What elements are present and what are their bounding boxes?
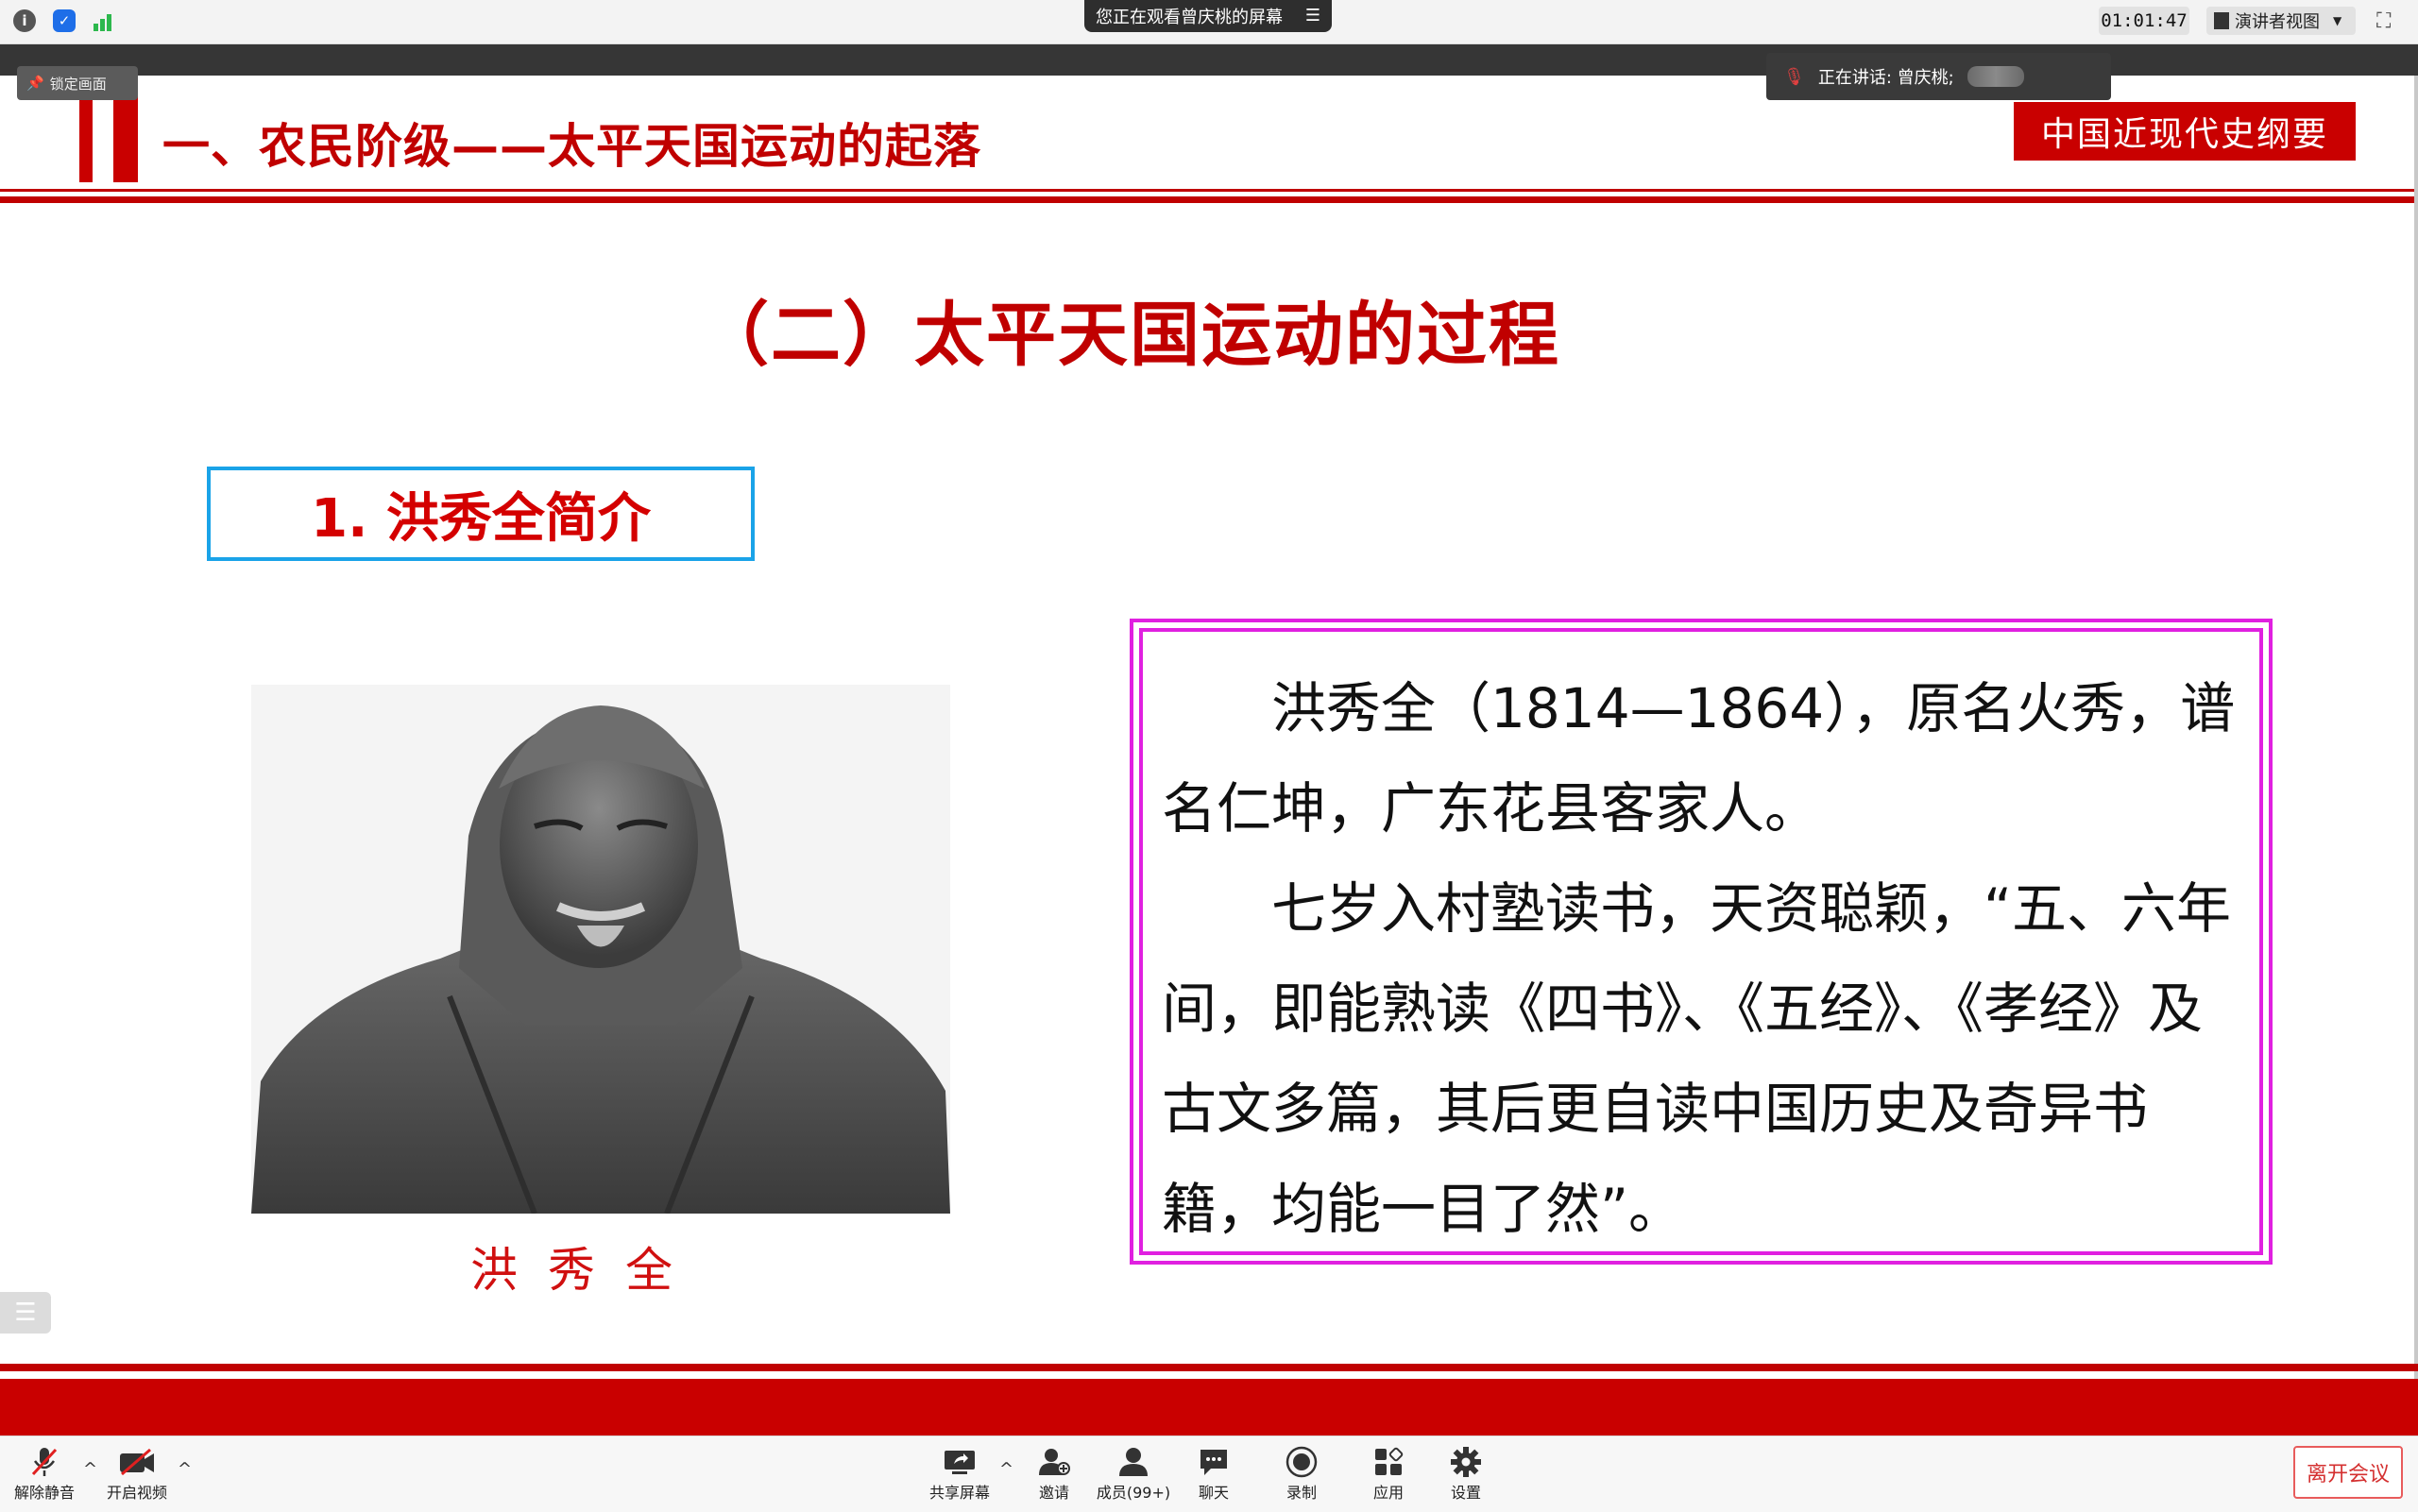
invite-button[interactable]: 邀请 (1012, 1444, 1097, 1503)
header-divider (0, 196, 2418, 203)
shield-icon[interactable]: ✓ (53, 9, 76, 32)
share-screen-icon (941, 1444, 979, 1480)
intro-heading: 1. 洪秀全简介 (311, 487, 651, 550)
list-icon[interactable]: ☰ (0, 1292, 51, 1334)
course-tag: 中国近现代史纲要 (2014, 102, 2356, 161)
slide-edge (2414, 76, 2418, 1436)
unmute-button[interactable]: 解除静音 (2, 1444, 87, 1503)
speaking-indicator: 🎙 正在讲话: 曾庆桃; (1766, 53, 2111, 100)
record-label: 录制 (1286, 1484, 1317, 1502)
top-bar: i ✓ 您正在观看曾庆桃的屏幕 ☰ 01:01:47 演讲者视图 ▼ ⛶ (0, 0, 2418, 44)
biography-frame: 洪秀全（1814—1864），原名火秀，谱名仁坤，广东花县客家人。 七岁入村塾读… (1130, 619, 2273, 1265)
apps-label: 应用 (1372, 1484, 1404, 1502)
menu-icon[interactable]: ☰ (1305, 6, 1320, 25)
users-icon (1115, 1444, 1152, 1480)
screen-share-notice[interactable]: 您正在观看曾庆桃的屏幕 ☰ (1084, 0, 1332, 32)
section-title: 一、农民阶级——太平天国运动的起落 (162, 119, 981, 174)
layout-icon (2214, 12, 2229, 29)
footer-divider (0, 1364, 2418, 1371)
gear-icon (1447, 1444, 1485, 1480)
slide-subtitle: （二）太平天国运动的过程 (699, 295, 1560, 376)
share-screen-button[interactable]: 共享屏幕 (917, 1444, 1002, 1503)
settings-button[interactable]: 设置 (1423, 1444, 1508, 1503)
camera-off-icon (118, 1444, 156, 1480)
mic-muted-icon: 🎙 (1783, 66, 1805, 87)
start-video-label: 开启视频 (106, 1484, 167, 1502)
apps-icon (1370, 1444, 1407, 1480)
biography-frame-inner: 洪秀全（1814—1864），原名火秀，谱名仁坤，广东花县客家人。 七岁入村塾读… (1139, 628, 2263, 1255)
members-button[interactable]: 成员(99+) (1091, 1444, 1176, 1503)
lock-screen-label: 锁定画面 (49, 75, 107, 93)
start-video-button[interactable]: 开启视频 (94, 1444, 179, 1503)
unmute-label: 解除静音 (13, 1484, 75, 1502)
meeting-timer: 01:01:47 (2099, 7, 2189, 35)
info-icon[interactable]: i (13, 9, 36, 32)
portrait-image (251, 685, 950, 1214)
biography-paragraph: 洪秀全（1814—1864），原名火秀，谱名仁坤，广东花县客家人。 (1162, 676, 2236, 841)
intro-heading-box: 1. 洪秀全简介 (207, 467, 755, 561)
members-label: 成员(99+) (1096, 1484, 1171, 1502)
view-mode-label: 演讲者视图 (2235, 12, 2320, 32)
meeting-toolbar: 解除静音 ^ 开启视频 ^ 共享屏幕 ^ 邀请 成员(99+) 聊天 录制 应用… (0, 1436, 2418, 1512)
chevron-up-icon[interactable]: ^ (178, 1459, 192, 1479)
leave-meeting-button[interactable]: 离开会议 (2293, 1446, 2403, 1499)
mic-off-icon (26, 1444, 63, 1480)
viewing-label: 您正在观看曾庆桃的屏幕 (1096, 8, 1283, 27)
chat-icon (1195, 1444, 1233, 1480)
speaker-avatar (1967, 66, 2024, 87)
settings-label: 设置 (1450, 1484, 1481, 1502)
view-mode-select[interactable]: 演讲者视图 ▼ (2206, 7, 2356, 35)
header-divider (0, 189, 2418, 192)
record-button[interactable]: 录制 (1259, 1444, 1344, 1503)
record-icon (1283, 1444, 1320, 1480)
biography-paragraph: 七岁入村塾读书，天资聪颖，“五、六年间，即能熟读《四书》、《五经》、《孝经》及古… (1162, 876, 2232, 1241)
portrait-caption: 洪秀全 (470, 1243, 703, 1298)
chat-button[interactable]: 聊天 (1171, 1444, 1256, 1503)
signal-icon[interactable] (93, 11, 117, 32)
add-user-icon (1035, 1444, 1073, 1480)
footer-band (0, 1379, 2418, 1436)
invite-label: 邀请 (1038, 1484, 1069, 1502)
chat-label: 聊天 (1198, 1484, 1229, 1502)
apps-button[interactable]: 应用 (1346, 1444, 1431, 1503)
speaking-label: 正在讲话: 曾庆桃; (1817, 68, 1954, 88)
chevron-down-icon: ▼ (2333, 14, 2342, 27)
fullscreen-icon[interactable]: ⛶ (2376, 9, 2401, 34)
lock-screen-button[interactable]: 📌 锁定画面 (17, 66, 138, 100)
share-screen-label: 共享屏幕 (928, 1484, 990, 1502)
pin-icon: 📌 (26, 75, 44, 92)
